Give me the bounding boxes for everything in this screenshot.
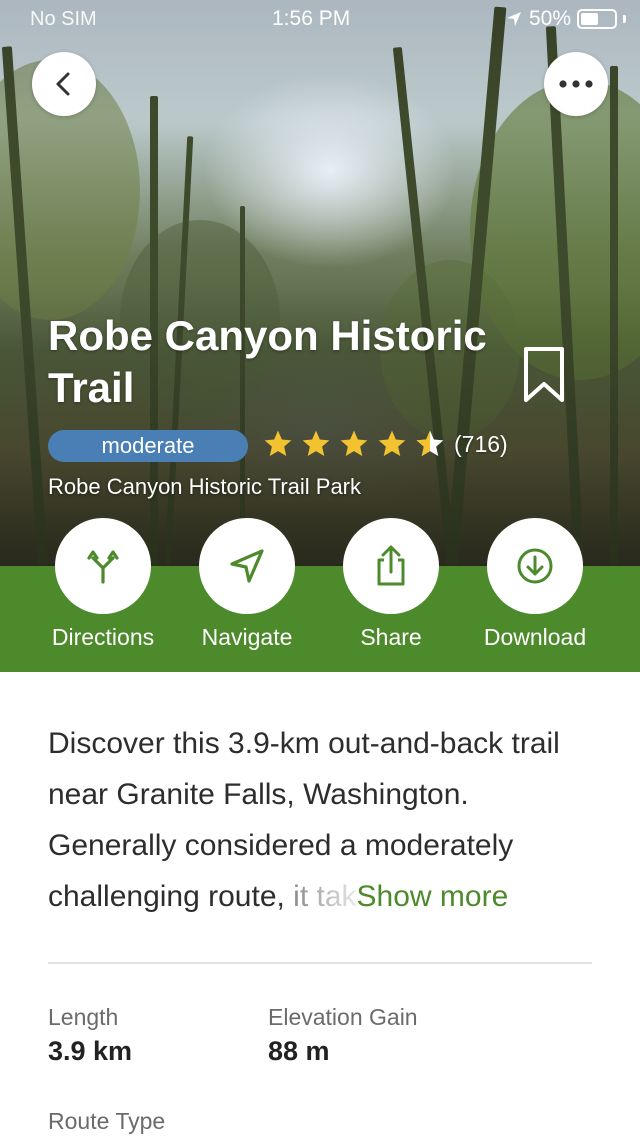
download-icon (517, 548, 553, 584)
navigate-circle[interactable] (199, 518, 295, 614)
navigate-arrow-icon (230, 549, 264, 583)
star-rating: (716) (262, 428, 508, 460)
park-name[interactable]: Robe Canyon Historic Trail Park (48, 474, 361, 500)
divider (48, 962, 592, 964)
description-faded: it tak (293, 880, 357, 913)
star-icon (378, 430, 406, 456)
directions-circle[interactable] (55, 518, 151, 614)
difficulty-badge: moderate (48, 430, 248, 462)
directions-button[interactable]: Directions (28, 518, 178, 651)
more-options-button[interactable] (544, 52, 608, 116)
bookmark-button[interactable] (522, 346, 566, 409)
status-time: 1:56 PM (272, 7, 351, 30)
star-icon (302, 430, 330, 456)
battery-percent: 50% (528, 7, 571, 30)
rating-count: (716) (454, 430, 508, 457)
download-label: Download (483, 624, 587, 650)
chevron-left-icon (56, 72, 70, 96)
status-bar: No SIM 1:56 PM 50% (0, 0, 640, 40)
share-button[interactable]: Share (316, 518, 466, 651)
directions-fork-icon (87, 550, 119, 584)
status-right: 50% (505, 7, 626, 31)
directions-label: Directions (51, 624, 155, 650)
bookmark-icon (524, 347, 564, 402)
back-button[interactable] (32, 52, 96, 116)
star-icon (264, 430, 292, 456)
route-type-label: Route Type (48, 1108, 166, 1134)
star-icon (340, 430, 368, 456)
trail-description: Discover this 3.9-km out-and-back trail … (48, 718, 598, 922)
share-icon (377, 545, 405, 586)
length-value: 3.9 km (48, 1036, 133, 1066)
navigate-button[interactable]: Navigate (172, 518, 322, 651)
battery-tip (623, 15, 626, 23)
share-circle[interactable] (343, 518, 439, 614)
location-arrow-icon (506, 12, 521, 26)
carrier-label: No SIM (30, 8, 97, 30)
trail-title: Robe Canyon Historic Trail (48, 312, 487, 411)
ellipsis-icon (559, 80, 593, 88)
download-button[interactable]: Download (460, 518, 610, 651)
half-star-icon (416, 430, 444, 456)
elevation-gain-value: 88 m (268, 1036, 330, 1066)
show-more-link[interactable]: Show more (357, 880, 509, 913)
navigate-label: Navigate (201, 624, 293, 650)
length-label: Length (48, 1004, 119, 1030)
elevation-gain-label: Elevation Gain (268, 1004, 418, 1030)
share-label: Share (360, 624, 422, 650)
battery-icon (577, 9, 617, 29)
download-circle[interactable] (487, 518, 583, 614)
